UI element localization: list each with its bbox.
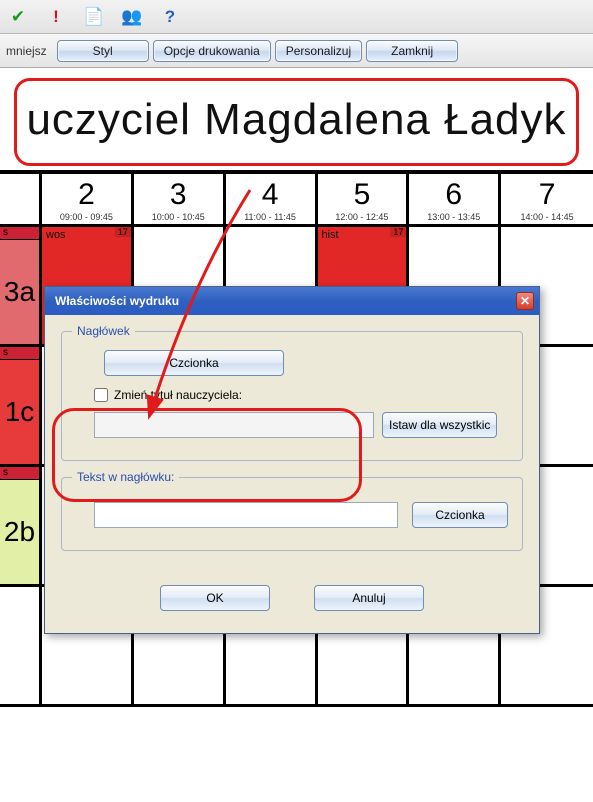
teacher-title: uczyciel Magdalena Ładyk: [14, 78, 579, 166]
col-header: 512:00 - 12:45: [318, 174, 410, 224]
col-header: 310:00 - 10:45: [134, 174, 226, 224]
close-button[interactable]: Zamknij: [366, 40, 458, 62]
doc-icon[interactable]: 📄: [84, 7, 104, 27]
change-title-label: Zmień tytuł nauczyciela:: [114, 388, 242, 402]
ok-button[interactable]: OK: [160, 585, 270, 611]
help-icon[interactable]: ?: [160, 7, 180, 27]
teacher-title-input[interactable]: [94, 412, 374, 438]
check-icon[interactable]: ✔: [8, 7, 28, 27]
exclaim-icon[interactable]: !: [46, 7, 66, 27]
title-area: uczyciel Magdalena Ładyk: [0, 68, 593, 170]
change-title-checkbox[interactable]: [94, 388, 108, 402]
dialog-titlebar[interactable]: Właściwości wydruku ✕: [45, 287, 539, 315]
font-button[interactable]: Czcionka: [104, 350, 284, 376]
fieldset-legend: Tekst w nagłówku:: [72, 470, 179, 484]
col-header: 613:00 - 13:45: [409, 174, 501, 224]
print-options-button[interactable]: Opcje drukowania: [153, 40, 271, 62]
zoom-label: mniejsz: [4, 44, 53, 58]
print-properties-dialog: Właściwości wydruku ✕ Nagłówek Czcionka …: [44, 286, 540, 634]
dialog-title: Właściwości wydruku: [55, 294, 179, 308]
personalize-button[interactable]: Personalizuj: [275, 40, 362, 62]
fieldset-legend: Nagłówek: [72, 324, 135, 338]
col-header: 411:00 - 11:45: [226, 174, 318, 224]
icon-toolbar: ✔ ! 📄 👥 ?: [0, 0, 593, 34]
schedule-header-row: 209:00 - 09:45 310:00 - 10:45 411:00 - 1…: [0, 174, 593, 227]
header-text-fieldset: Tekst w nagłówku: Czcionka: [61, 477, 523, 551]
header-text-input[interactable]: [94, 502, 398, 528]
people-icon[interactable]: 👥: [122, 7, 142, 27]
header-fieldset: Nagłówek Czcionka Zmień tytuł nauczyciel…: [61, 331, 523, 461]
button-toolbar: mniejsz Styl Opcje drukowania Personaliz…: [0, 34, 593, 68]
col-header: 714:00 - 14:45: [501, 174, 593, 224]
set-for-all-button[interactable]: Istaw dla wszystkic: [382, 412, 497, 438]
close-icon[interactable]: ✕: [516, 292, 534, 310]
style-button[interactable]: Styl: [57, 40, 149, 62]
cancel-button[interactable]: Anuluj: [314, 585, 424, 611]
font-button-2[interactable]: Czcionka: [412, 502, 508, 528]
col-header: 209:00 - 09:45: [42, 174, 134, 224]
